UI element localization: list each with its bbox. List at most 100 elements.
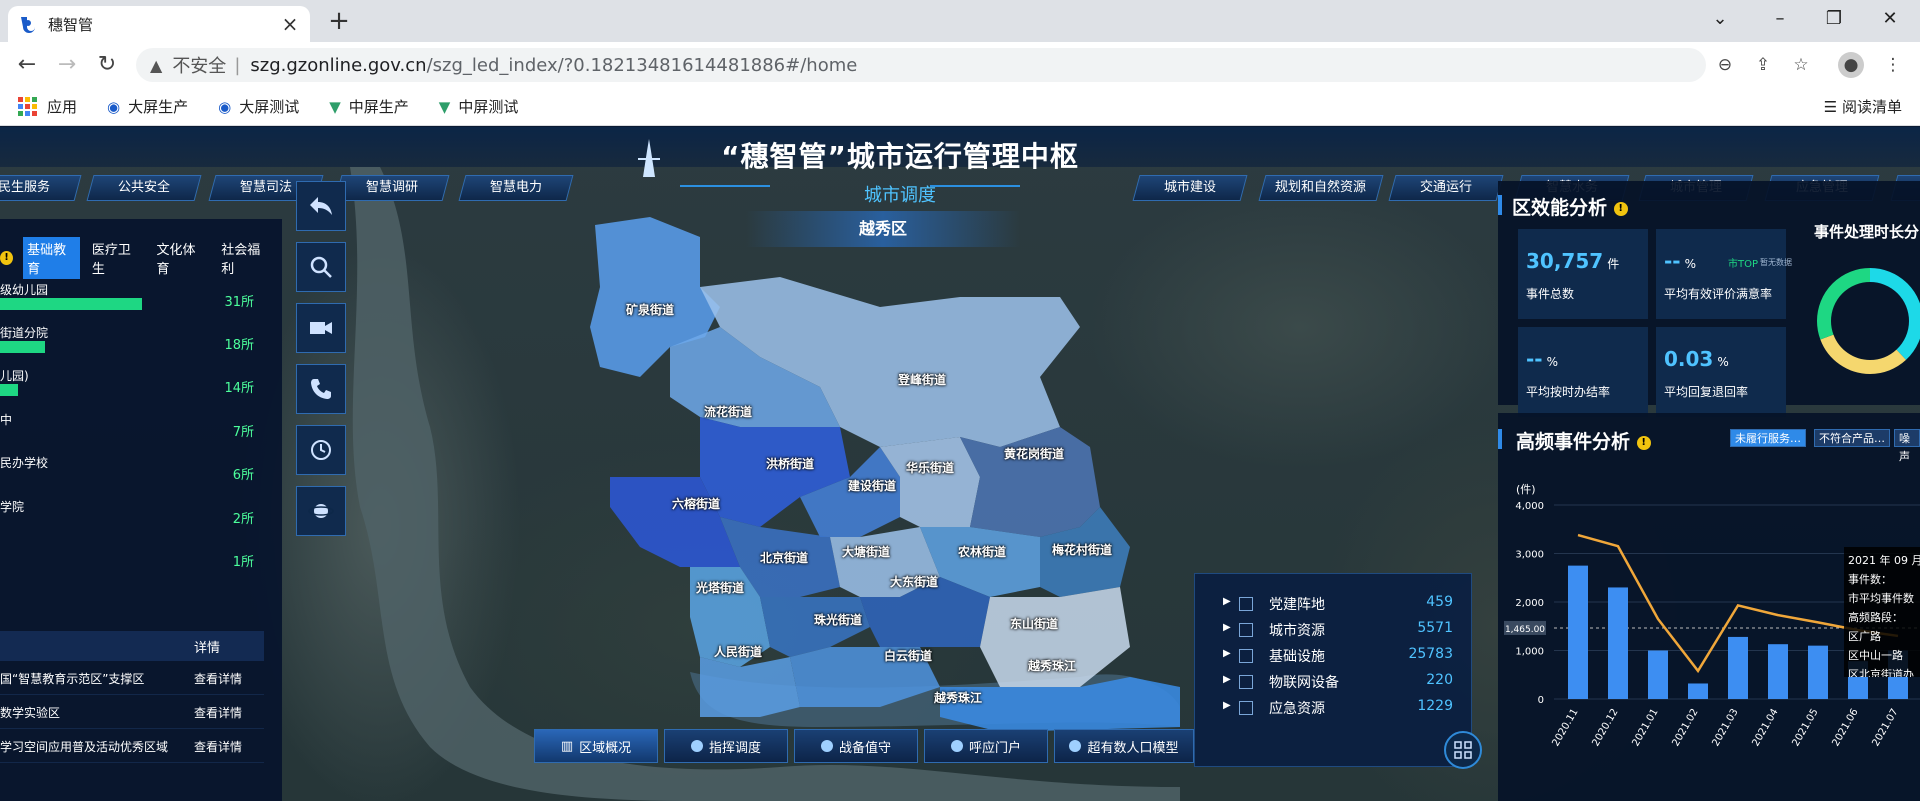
- legend-item[interactable]: ▶ 城市资源 5571: [1223, 620, 1453, 642]
- view-detail-link[interactable]: 查看详情: [194, 738, 242, 755]
- chip-unfulfilled-service[interactable]: 未履行服务…: [1730, 429, 1806, 447]
- map-label[interactable]: 北京街道: [760, 549, 808, 566]
- bookmark-midscreen-test[interactable]: ▼ 中屏测试: [439, 96, 519, 117]
- bar[interactable]: [1648, 650, 1668, 700]
- map-label[interactable]: 珠光街道: [814, 611, 862, 628]
- list-item[interactable]: 中 7所: [0, 411, 260, 451]
- expand-arrow-icon[interactable]: ▶: [1223, 674, 1231, 685]
- timer-tool-button[interactable]: [296, 425, 346, 475]
- list-item[interactable]: 学院 2所: [0, 498, 260, 538]
- map-label[interactable]: 矿泉街道: [626, 301, 674, 318]
- chip-noise[interactable]: 噪声: [1894, 429, 1920, 463]
- map-label[interactable]: 六榕街道: [672, 495, 720, 512]
- bookmark-star-icon[interactable]: ☆: [1788, 52, 1814, 78]
- map-label[interactable]: 大东街道: [890, 573, 938, 590]
- nav-smart-research[interactable]: 智慧调研: [334, 175, 450, 201]
- browser-tab[interactable]: 穗智管 ×: [8, 6, 310, 42]
- layer-checkbox[interactable]: [1239, 623, 1253, 637]
- url-bar[interactable]: ▲ 不安全 | szg.gzonline.gov.cn/szg_led_inde…: [136, 48, 1706, 82]
- tab-basic-education[interactable]: 基础教育: [23, 237, 80, 279]
- expand-arrow-icon[interactable]: ▶: [1223, 622, 1231, 633]
- video-tool-button[interactable]: [296, 303, 346, 353]
- planet-tool-button[interactable]: [296, 486, 346, 536]
- legend-item[interactable]: ▶ 应急资源 1229: [1223, 698, 1453, 720]
- phone-tool-button[interactable]: [296, 364, 346, 414]
- view-detail-link[interactable]: 查看详情: [194, 704, 242, 721]
- reload-icon[interactable]: ↻: [92, 50, 122, 80]
- bar[interactable]: [1808, 645, 1828, 699]
- back-tool-button[interactable]: [296, 181, 346, 231]
- legend-item[interactable]: ▶ 党建阵地 459: [1223, 594, 1453, 616]
- stat-card-satisfaction[interactable]: --% 市TOP 暂无数据 平均有效评价满意率: [1656, 229, 1792, 319]
- map-label[interactable]: 流花街道: [704, 403, 752, 420]
- nav-city-construction[interactable]: 城市建设: [1132, 175, 1248, 201]
- stat-card-ontime[interactable]: --% 平均按时办结率: [1518, 327, 1648, 417]
- map-label[interactable]: 人民街道: [714, 643, 762, 660]
- population-model-button[interactable]: 超有数人口模型: [1054, 729, 1194, 763]
- map-label[interactable]: 登峰街道: [898, 371, 946, 388]
- response-portal-button[interactable]: 呼应门户: [924, 729, 1048, 763]
- expand-arrow-icon[interactable]: ▶: [1223, 700, 1231, 711]
- info-icon[interactable]: !: [0, 251, 14, 265]
- share-icon[interactable]: ⇪: [1750, 52, 1776, 78]
- map-label[interactable]: 农林街道: [958, 543, 1006, 560]
- duty-watch-button[interactable]: 战备值守: [794, 729, 918, 763]
- map-label[interactable]: 梅花村街道: [1052, 541, 1112, 558]
- layer-checkbox[interactable]: [1239, 675, 1253, 689]
- nav-traffic[interactable]: 交通运行: [1388, 175, 1504, 201]
- back-icon[interactable]: ←: [12, 50, 42, 80]
- nav-people-service[interactable]: 民生服务: [0, 175, 82, 201]
- map-label[interactable]: 华乐街道: [906, 459, 954, 476]
- bar[interactable]: [1728, 636, 1748, 699]
- info-icon[interactable]: !: [1636, 435, 1651, 450]
- expand-arrow-icon[interactable]: ▶: [1223, 596, 1231, 607]
- tab-search-icon[interactable]: ⌄: [1690, 0, 1750, 38]
- map-label[interactable]: 大塘街道: [842, 543, 890, 560]
- legend-item[interactable]: ▶ 物联网设备 220: [1223, 672, 1453, 694]
- bookmark-midscreen-prod[interactable]: ▼ 中屏生产: [329, 96, 409, 117]
- duration-donut-chart[interactable]: [1804, 259, 1920, 383]
- stat-card-return[interactable]: 0.03% 平均回复退回率: [1656, 327, 1786, 417]
- map-label[interactable]: 黄花岗街道: [1004, 445, 1064, 462]
- bar[interactable]: [1688, 683, 1708, 699]
- nav-planning-resources[interactable]: 规划和自然资源: [1258, 175, 1384, 201]
- list-item[interactable]: 街道分院 18所: [0, 324, 260, 364]
- zoom-icon[interactable]: ⊖: [1712, 52, 1738, 78]
- tab-medical[interactable]: 医疗卫生: [88, 237, 145, 279]
- map-label[interactable]: 白云街道: [884, 647, 932, 664]
- list-item[interactable]: 民办学校 6所: [0, 454, 260, 494]
- profile-avatar-icon[interactable]: ●: [1838, 52, 1864, 78]
- view-detail-link[interactable]: 查看详情: [194, 670, 242, 687]
- map-label[interactable]: 越秀珠江: [934, 689, 982, 706]
- nav-public-safety[interactable]: 公共安全: [86, 175, 202, 201]
- legend-item[interactable]: ▶ 基础设施 25783: [1223, 646, 1453, 668]
- info-icon[interactable]: !: [1613, 201, 1628, 216]
- bar[interactable]: [1768, 644, 1788, 699]
- tab-close-icon[interactable]: ×: [280, 12, 300, 36]
- expand-arrow-icon[interactable]: ▶: [1223, 648, 1231, 659]
- command-dispatch-button[interactable]: 指挥调度: [664, 729, 788, 763]
- bookmark-bigscreen-prod[interactable]: ◉ 大屏生产: [107, 96, 188, 117]
- stat-card-total[interactable]: 30,757 件事件总数: [1518, 229, 1648, 319]
- list-item[interactable]: 级幼儿园 31所: [0, 281, 260, 321]
- map-label[interactable]: 越秀珠江: [1028, 657, 1076, 674]
- tab-culture-sports[interactable]: 文化体育: [153, 237, 210, 279]
- map-label[interactable]: 洪桥街道: [766, 455, 814, 472]
- reading-list-button[interactable]: ☰ 阅读清单: [1824, 96, 1902, 117]
- map-label[interactable]: 建设街道: [848, 477, 896, 494]
- area-overview-button[interactable]: ▥ 区域概况: [534, 729, 658, 763]
- bar[interactable]: [1608, 587, 1628, 699]
- bookmark-apps[interactable]: 应用: [18, 96, 77, 117]
- forward-icon[interactable]: →: [52, 50, 82, 80]
- new-tab-button[interactable]: +: [324, 6, 354, 36]
- restore-icon[interactable]: ❐: [1804, 0, 1864, 38]
- search-tool-button[interactable]: [296, 242, 346, 292]
- layer-checkbox[interactable]: [1239, 701, 1253, 715]
- menu-icon[interactable]: ⋮: [1880, 52, 1906, 78]
- minimize-icon[interactable]: –: [1750, 0, 1810, 38]
- list-item[interactable]: 1所: [0, 541, 260, 581]
- nav-smart-power[interactable]: 智慧电力: [458, 175, 574, 201]
- layer-checkbox[interactable]: [1239, 597, 1253, 611]
- bar[interactable]: [1568, 565, 1588, 699]
- window-close-icon[interactable]: ✕: [1860, 0, 1920, 38]
